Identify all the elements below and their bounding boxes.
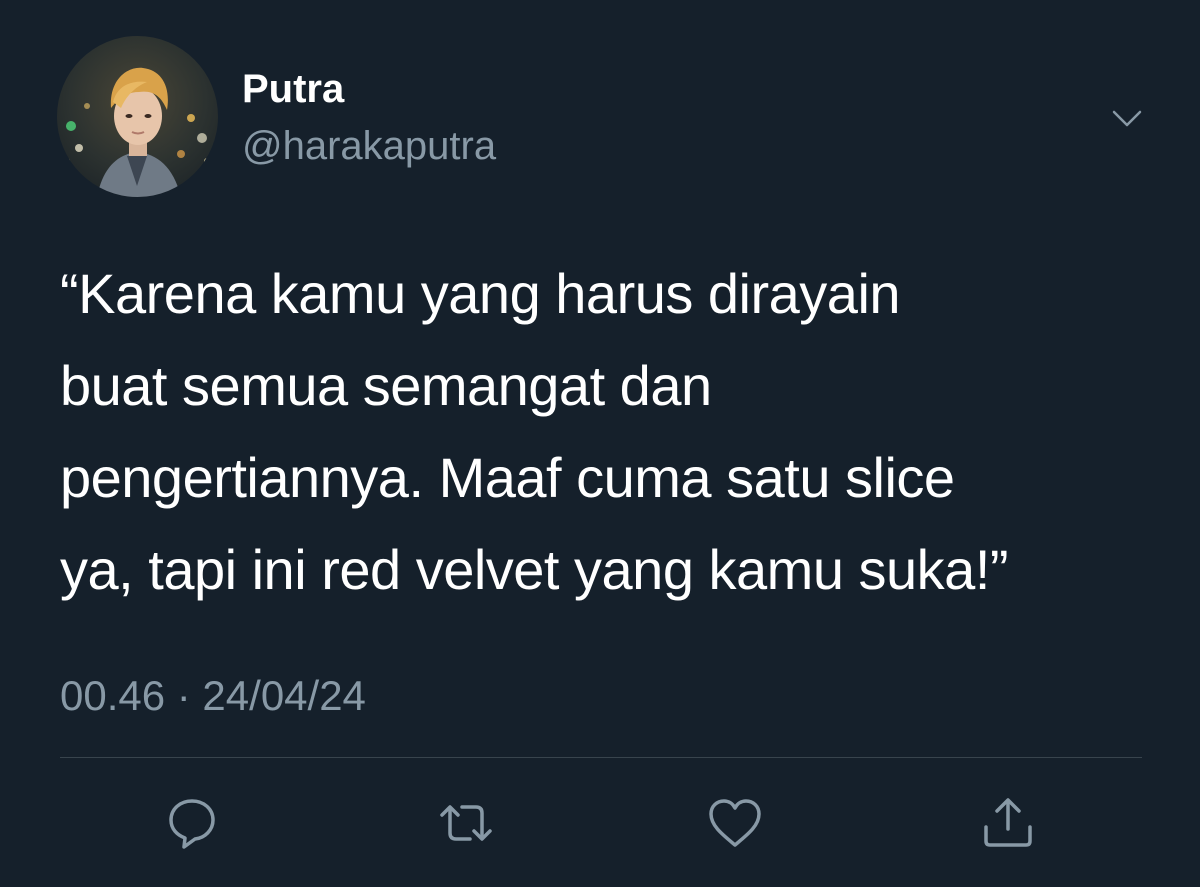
- username-handle[interactable]: @harakaputra: [242, 123, 496, 169]
- tweet-card: Putra @harakaputra “Karena kamu yang har…: [0, 0, 1200, 887]
- reply-icon: [169, 799, 215, 849]
- tweet-text: “Karena kamu yang harus dirayain buat se…: [60, 262, 1009, 601]
- share-button[interactable]: [978, 793, 1038, 853]
- like-button[interactable]: [705, 793, 765, 853]
- avatar-photo: [57, 36, 218, 197]
- chevron-down-icon: [1112, 110, 1142, 127]
- display-name[interactable]: Putra: [242, 66, 344, 112]
- reply-button[interactable]: [162, 793, 222, 853]
- heart-icon: [709, 799, 761, 847]
- avatar[interactable]: [57, 36, 218, 197]
- share-icon: [984, 798, 1032, 847]
- more-options-button[interactable]: [1106, 98, 1148, 140]
- divider: [60, 757, 1142, 758]
- tweet-timestamp[interactable]: 00.46 · 24/04/24: [60, 671, 366, 721]
- retweet-icon: [440, 805, 492, 841]
- retweet-button[interactable]: [436, 793, 496, 853]
